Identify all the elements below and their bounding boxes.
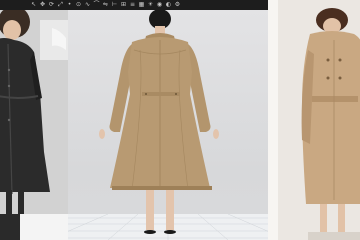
fold-icon[interactable]: ⌒	[93, 1, 100, 8]
measure-icon[interactable]: ⊢	[111, 1, 118, 8]
bottom-panel	[0, 214, 68, 240]
select-arrow-icon[interactable]: ↖	[30, 1, 37, 8]
avatar-with-trench-coat[interactable]	[68, 10, 268, 240]
scale-icon[interactable]: ⤢	[57, 1, 64, 8]
reference-photo-right	[268, 0, 360, 240]
reference-photo-left	[0, 0, 68, 214]
settings-icon[interactable]: ⚙	[174, 1, 181, 8]
main-toolbar: ↖ ✥ ⟳ ⤢ • ⊙ ∿ ⌒ ⇋ ⊢ ⊞ ≡ ▦ ☀ ◉ ◐ ⚙	[0, 0, 268, 10]
mirror-icon[interactable]: ⇋	[102, 1, 109, 8]
point-icon[interactable]: •	[66, 1, 73, 8]
coat-belt	[142, 92, 180, 96]
move-icon[interactable]: ✥	[39, 1, 46, 8]
pin-icon[interactable]: ⊙	[75, 1, 82, 8]
rotate-icon[interactable]: ⟳	[48, 1, 55, 8]
3d-viewport[interactable]	[68, 10, 268, 240]
texture-icon[interactable]: ▦	[138, 1, 145, 8]
sew-icon[interactable]: ∿	[84, 1, 91, 8]
grid-icon[interactable]: ⊞	[120, 1, 127, 8]
light-icon[interactable]: ☀	[147, 1, 154, 8]
layer-icon[interactable]: ≡	[129, 1, 136, 8]
bottom-panel-area	[20, 214, 68, 240]
camera-icon[interactable]: ◉	[156, 1, 163, 8]
view-icon[interactable]: ◐	[165, 1, 172, 8]
design-app-window: ↖ ✥ ⟳ ⤢ • ⊙ ∿ ⌒ ⇋ ⊢ ⊞ ≡ ▦ ☀ ◉ ◐ ⚙	[0, 0, 360, 240]
